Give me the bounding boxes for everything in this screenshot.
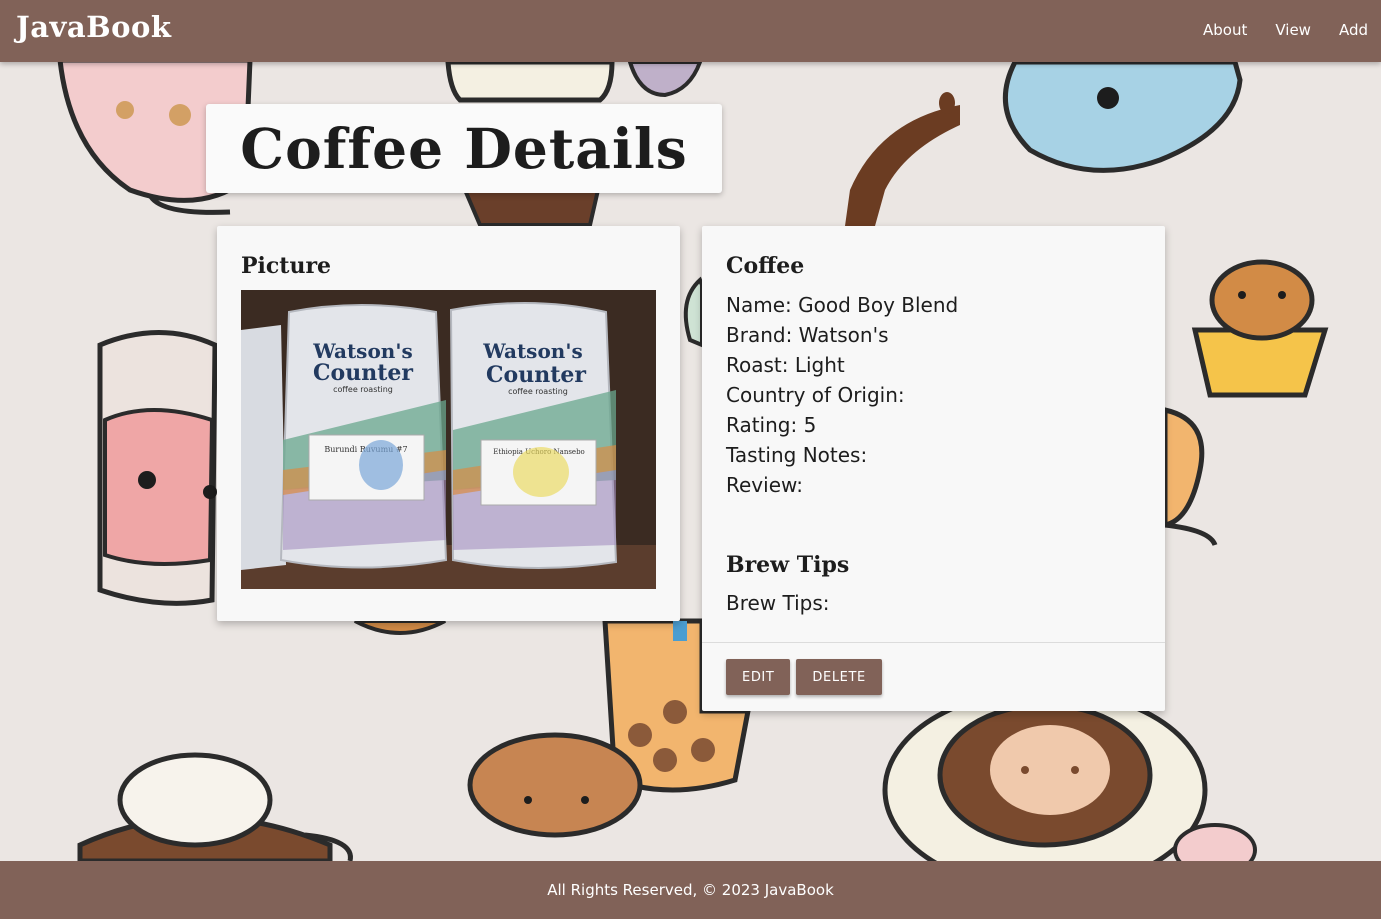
coffee-tasting-notes: Tasting Notes:	[726, 443, 868, 467]
brew-tips-text: Brew Tips:	[726, 591, 830, 615]
coffee-brand: Brand: Watson's	[726, 323, 889, 347]
bag-left-tagline: coffee roasting	[333, 385, 393, 394]
page-title: Coffee Details	[240, 116, 688, 181]
picture-card: Picture Watson's Counter coffee roasting…	[217, 226, 680, 621]
latte-cup-illustration	[882, 687, 1257, 893]
nav-link-view[interactable]: View	[1261, 0, 1325, 62]
coffee-roast: Roast: Light	[726, 353, 845, 377]
coffee-detail-list: Name: Good Boy Blend Brand: Watson's Roa…	[726, 290, 958, 500]
page-title-card: Coffee Details	[206, 104, 722, 193]
blue-teapot-illustration	[845, 59, 1243, 226]
coffee-photo: Watson's Counter coffee roasting Burundi…	[241, 290, 656, 589]
brew-tips-heading: Brew Tips	[726, 552, 850, 578]
coffee-heading: Coffee	[726, 253, 805, 279]
coffee-rating: Rating: 5	[726, 413, 817, 437]
cat-in-cup-illustration	[77, 752, 353, 864]
navbar: JavaBook About View Add	[0, 0, 1381, 62]
nav-link-add[interactable]: Add	[1325, 0, 1381, 62]
coffee-name: Name: Good Boy Blend	[726, 293, 959, 317]
footer-copyright: All Rights Reserved, © 2023 JavaBook	[547, 881, 834, 899]
nav-link-about[interactable]: About	[1189, 0, 1261, 62]
footer: All Rights Reserved, © 2023 JavaBook	[0, 861, 1381, 919]
coffee-bag-left: Watson's Counter coffee roasting Burundi…	[279, 304, 448, 569]
coffee-bag-right: Watson's Counter coffee roasting Ethiopi…	[449, 301, 618, 570]
picture-heading: Picture	[241, 253, 332, 279]
bag-right-tagline: coffee roasting	[508, 387, 568, 396]
bear-cupcake-illustration	[1162, 259, 1329, 547]
donut-illustration	[467, 732, 643, 838]
bag-left-brand-line2: Counter	[313, 360, 413, 386]
coffee-details-card: Coffee Name: Good Boy Blend Brand: Watso…	[702, 226, 1165, 711]
bag-right-brand-line2: Counter	[486, 362, 586, 388]
coffee-review: Review:	[726, 473, 804, 497]
nav-links: About View Add	[1189, 0, 1381, 62]
card-divider	[702, 642, 1165, 643]
edit-button[interactable]: EDIT	[726, 659, 791, 695]
brand-logo[interactable]: JavaBook	[16, 10, 171, 44]
pink-cat-cup-illustration	[97, 330, 218, 606]
bag-right-brand-line1: Watson's	[482, 339, 582, 363]
delete-button[interactable]: DELETE	[796, 659, 882, 695]
coffee-country: Country of Origin:	[726, 383, 905, 407]
card-actions: EDIT DELETE	[726, 659, 882, 695]
